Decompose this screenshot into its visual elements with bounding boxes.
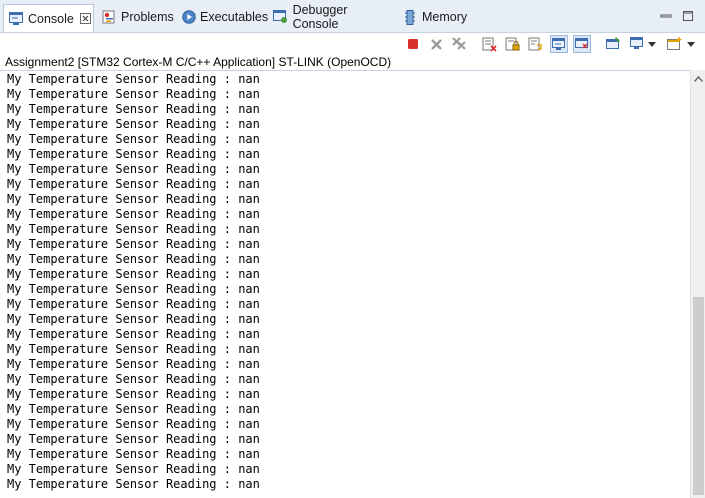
console-line: My Temperature Sensor Reading : nan	[7, 192, 260, 206]
console-line: My Temperature Sensor Reading : nan	[7, 432, 260, 446]
new-console-icon[interactable]	[665, 35, 683, 53]
minimize-icon[interactable]	[659, 9, 673, 23]
remove-all-terminated-icon[interactable]	[450, 35, 468, 53]
executables-icon	[182, 9, 196, 25]
console-line: My Temperature Sensor Reading : nan	[7, 87, 260, 101]
chevron-down-icon[interactable]	[686, 35, 696, 53]
display-console-icon[interactable]	[628, 35, 646, 53]
memory-icon	[402, 9, 418, 25]
debugger-console-icon	[273, 9, 289, 25]
console-line: My Temperature Sensor Reading : nan	[7, 222, 260, 236]
console-line: My Temperature Sensor Reading : nan	[7, 117, 260, 131]
launch-description: Assignment2 [STM32 Cortex-M C/C++ Applic…	[5, 55, 392, 69]
console-line: My Temperature Sensor Reading : nan	[7, 147, 260, 161]
show-on-stderr-icon[interactable]	[573, 35, 591, 53]
console-line: My Temperature Sensor Reading : nan	[7, 357, 260, 371]
console-line: My Temperature Sensor Reading : nan	[7, 372, 260, 386]
console-lines: My Temperature Sensor Reading : nan My Te…	[7, 72, 260, 492]
console-line: My Temperature Sensor Reading : nan	[7, 207, 260, 221]
console-line: My Temperature Sensor Reading : nan	[7, 237, 260, 251]
clear-console-icon[interactable]	[480, 35, 498, 53]
console-line: My Temperature Sensor Reading : nan	[7, 447, 260, 461]
console-line: My Temperature Sensor Reading : nan	[7, 402, 260, 416]
tab-memory[interactable]: Memory	[398, 5, 470, 29]
console-line: My Temperature Sensor Reading : nan	[7, 312, 260, 326]
tab-debugger-console[interactable]: Debugger Console	[269, 3, 394, 31]
console-line: My Temperature Sensor Reading : nan	[7, 387, 260, 401]
scrollbar-thumb[interactable]	[693, 297, 704, 495]
terminate-icon[interactable]	[404, 35, 422, 53]
tab-label: Debugger Console	[292, 3, 348, 31]
tab-executables[interactable]: Executables	[178, 5, 268, 29]
console-line: My Temperature Sensor Reading : nan	[7, 342, 260, 356]
console-line: My Temperature Sensor Reading : nan	[7, 462, 260, 476]
show-on-stdout-icon[interactable]	[550, 35, 568, 53]
console-toolbar	[0, 33, 705, 55]
scroll-up-icon[interactable]	[691, 72, 705, 86]
tab-label: Executables	[200, 10, 269, 24]
console-line: My Temperature Sensor Reading : nan	[7, 327, 260, 341]
console-line: My Temperature Sensor Reading : nan	[7, 102, 260, 116]
console-line: My Temperature Sensor Reading : nan	[7, 417, 260, 431]
console-line: My Temperature Sensor Reading : nan	[7, 252, 260, 266]
tab-label: Console	[28, 11, 74, 26]
pin-console-icon[interactable]	[604, 35, 622, 53]
console-line: My Temperature Sensor Reading : nan	[7, 72, 260, 86]
console-line: My Temperature Sensor Reading : nan	[7, 297, 260, 311]
console-line: My Temperature Sensor Reading : nan	[7, 162, 260, 176]
console-line: My Temperature Sensor Reading : nan	[7, 267, 260, 281]
console-line: My Temperature Sensor Reading : nan	[7, 132, 260, 146]
problems-icon	[101, 9, 117, 25]
maximize-icon[interactable]	[681, 9, 695, 23]
console-line: My Temperature Sensor Reading : nan	[7, 477, 260, 491]
vertical-scrollbar[interactable]	[690, 70, 705, 498]
console-icon	[8, 11, 24, 27]
tab-problems[interactable]: Problems	[97, 5, 177, 29]
console-line: My Temperature Sensor Reading : nan	[7, 282, 260, 296]
tab-label: Problems	[121, 10, 174, 24]
console-output[interactable]: My Temperature Sensor Reading : nan My Te…	[0, 70, 690, 498]
tab-console[interactable]: Console	[3, 4, 94, 32]
remove-launch-icon[interactable]	[427, 35, 445, 53]
console-line: My Temperature Sensor Reading : nan	[7, 177, 260, 191]
view-tab-bar: Console Problems Executables Debugger Co…	[0, 0, 705, 33]
scroll-lock-icon[interactable]	[503, 35, 521, 53]
chevron-down-icon[interactable]	[647, 35, 657, 53]
tab-label: Memory	[422, 10, 468, 24]
word-wrap-icon[interactable]	[526, 35, 544, 53]
close-icon[interactable]	[80, 13, 92, 25]
